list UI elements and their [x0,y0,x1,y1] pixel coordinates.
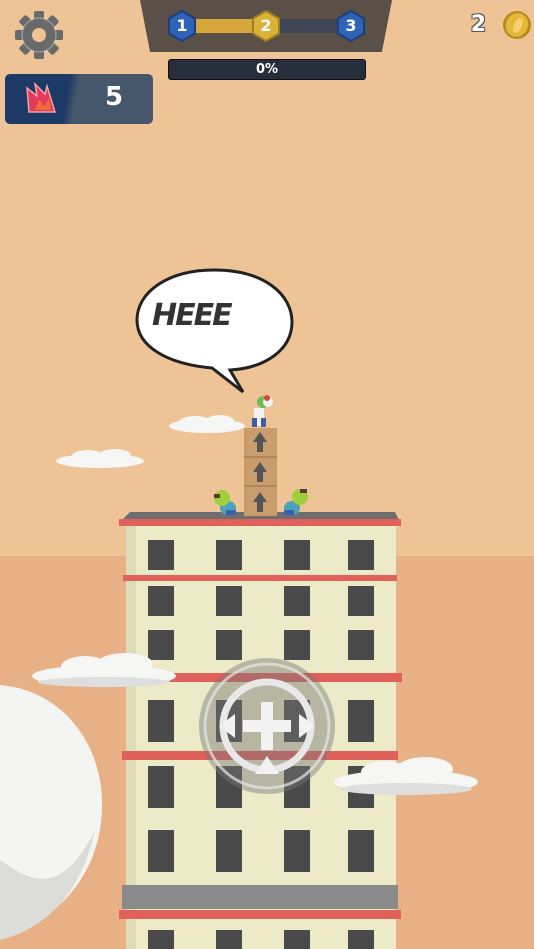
cloud [56,449,144,468]
player-character [252,395,273,427]
cloud [169,415,245,433]
streak-panel: 5 [5,74,153,124]
level-1-label: 1 [176,16,188,35]
zombie-right [284,489,308,515]
speech-bubble-text: HEEE [152,298,233,333]
coin-count: 2 [470,12,486,37]
progress-text: 0% [255,62,279,77]
progress-bar: 0% [168,59,366,80]
game-scene [0,268,478,949]
streak-count: 5 [105,82,124,112]
fire-icon [23,81,59,116]
zombie-left [214,490,236,515]
level-2-label: 2 [260,16,272,35]
gear-icon[interactable] [14,10,64,60]
coin-icon [500,8,534,42]
move-joystick-icon[interactable] [197,656,337,796]
level-3-hex: 3 [335,9,367,43]
level-1-hex: 1 [166,9,198,43]
level-3-label: 3 [345,16,357,35]
box-stack [244,428,277,516]
level-2-hex: 2 [250,9,282,43]
